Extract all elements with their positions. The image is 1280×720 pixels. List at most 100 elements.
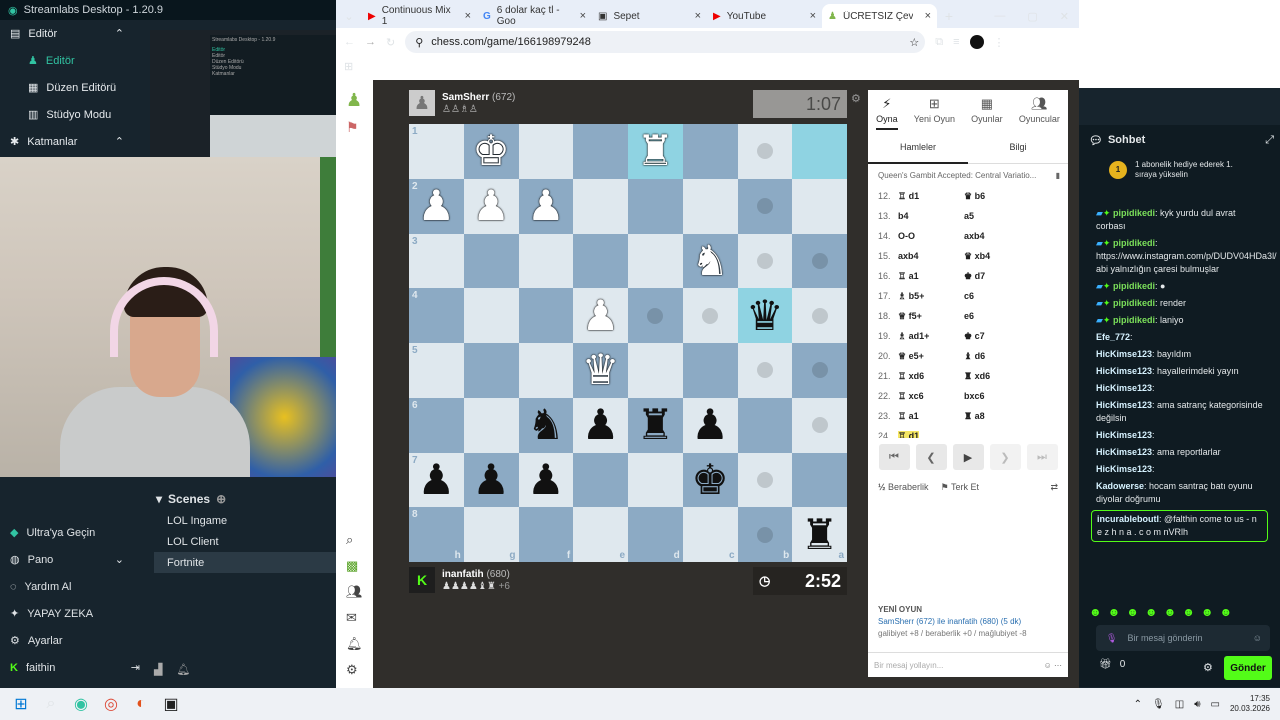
emoji-icon[interactable]: ☺ — [1253, 633, 1262, 643]
scene-item[interactable]: LOL Client — [154, 531, 336, 552]
move-hint-dot[interactable] — [756, 362, 773, 379]
board-square[interactable] — [792, 397, 847, 453]
board-square[interactable] — [573, 124, 628, 179]
white-move[interactable]: ♗ b5+ — [898, 291, 964, 302]
white-move[interactable]: ♖ d1 — [898, 191, 964, 202]
tab-players[interactable]: 👥︎ Oyuncular — [1019, 96, 1060, 130]
white-queen-icon[interactable]: ♛ — [582, 349, 620, 391]
close-icon[interactable]: × — [695, 10, 701, 22]
friends-icon[interactable]: 👥︎ — [346, 584, 363, 600]
white-move[interactable]: ♖ a1 — [898, 271, 964, 282]
black-move[interactable]: ♛ b6 — [964, 191, 985, 202]
board-square[interactable] — [573, 452, 628, 508]
tray-chevron-icon[interactable]: ⌃ — [1134, 699, 1142, 710]
board-square[interactable]: ♟ — [518, 178, 574, 234]
black-queen-icon[interactable]: ♛ — [746, 294, 784, 337]
first-move-icon[interactable]: ⏮ — [878, 444, 910, 470]
board-square[interactable]: ♟ — [573, 397, 628, 453]
play-icon[interactable]: ▶ — [952, 444, 984, 470]
black-rook-icon[interactable]: ♜ — [801, 513, 839, 556]
game-chat-input[interactable]: Bir mesaj yollayın... ☺ ⋯ — [868, 652, 1068, 677]
tab-search-icon[interactable]: ⌄ — [336, 4, 362, 28]
board-square[interactable] — [792, 178, 847, 234]
tab-moves[interactable]: Hamleler — [868, 130, 968, 164]
reload-icon[interactable]: ↻ — [386, 36, 395, 49]
chat-username[interactable]: HicKimse123 — [1096, 447, 1152, 457]
next-move-icon[interactable]: ❯ — [989, 444, 1021, 470]
chrome-taskbar-icon[interactable]: ◎ — [96, 690, 126, 718]
board-square[interactable] — [463, 288, 519, 343]
send-button[interactable]: Gönder — [1224, 656, 1272, 680]
settings-icon[interactable]: ⚙ — [346, 662, 363, 678]
chess-app-icon[interactable]: ▩ — [346, 558, 363, 574]
chat-username[interactable]: pipidikedi — [1113, 238, 1155, 248]
chat-settings-icon[interactable]: ⚙ — [1203, 661, 1213, 674]
forward-icon[interactable]: → — [365, 36, 376, 48]
chat-username[interactable]: HicKimse123 — [1096, 464, 1152, 474]
chat-username[interactable]: pipidikedi — [1113, 281, 1155, 291]
black-king-icon[interactable]: ♚ — [691, 458, 729, 501]
notification-icon[interactable]: 🔔︎ — [176, 663, 190, 676]
white-move[interactable]: ♕ e5+ — [898, 351, 964, 362]
board-square[interactable]: ♟ — [463, 178, 519, 234]
black-rook-icon[interactable]: ♜ — [637, 404, 675, 446]
pinned-banner[interactable]: 1 1 abonelik hediye ederek 1. sıraya yük… — [1079, 155, 1280, 185]
white-move[interactable]: ♖ xc6 — [898, 391, 964, 402]
emote-icon[interactable]: ☻ — [1164, 605, 1177, 619]
emote-icon[interactable]: ☻ — [1089, 605, 1102, 619]
volume-icon[interactable]: 🔊︎ — [1194, 699, 1200, 710]
microphone-icon[interactable]: 🎙︎ — [1152, 699, 1165, 710]
epic-games-icon[interactable]: ▣ — [156, 690, 186, 718]
board-square[interactable] — [737, 452, 793, 508]
messages-icon[interactable]: ✉ — [346, 610, 363, 626]
tab-google[interactable]: G6 dolar kaç tl - Goo × — [477, 4, 592, 28]
prev-move-icon[interactable]: ❮ — [915, 444, 947, 470]
move-hint-dot[interactable] — [756, 252, 773, 269]
board-square[interactable] — [518, 124, 574, 179]
board-square[interactable] — [573, 233, 628, 289]
board-square[interactable] — [463, 233, 519, 289]
board-square[interactable] — [682, 343, 738, 398]
board-square[interactable]: 5 — [409, 343, 464, 398]
white-move[interactable]: b4 — [898, 211, 964, 221]
emote-icon[interactable]: ☻ — [1145, 605, 1158, 619]
popout-icon[interactable]: ⤢ — [1265, 134, 1274, 147]
board-square[interactable] — [737, 178, 793, 234]
last-move-icon[interactable]: ⏭ — [1026, 444, 1058, 470]
stats-icon[interactable]: ▟ — [154, 663, 162, 676]
nav-help[interactable]: ◌ Yardım Al — [0, 573, 150, 600]
nav-layers[interactable]: ✱ Katmanlar ⌃ — [0, 128, 150, 155]
board-square[interactable] — [628, 233, 683, 289]
board-square[interactable] — [737, 397, 793, 453]
board-square[interactable]: ♟ — [682, 397, 738, 453]
apps-grid-icon[interactable]: ⊞ — [344, 60, 353, 73]
white-pawn-icon[interactable]: ♟ — [527, 185, 565, 227]
black-move[interactable]: ♜ a8 — [964, 411, 985, 422]
white-move[interactable]: ♖ xd6 — [898, 371, 964, 382]
board-square[interactable] — [573, 178, 628, 234]
new-tab-icon[interactable]: + — [937, 4, 961, 28]
board-square[interactable]: a ♜ — [792, 507, 847, 562]
chat-username[interactable]: pipidikedi — [1113, 315, 1155, 325]
emote-icon[interactable]: ☻ — [1108, 605, 1121, 619]
site-info-icon[interactable]: ⚲ — [415, 36, 423, 49]
board-square[interactable] — [463, 343, 519, 398]
board-square[interactable]: ♞ — [682, 233, 738, 289]
profile-icon[interactable] — [969, 35, 984, 49]
board-square[interactable]: ♛ — [573, 343, 628, 398]
black-pawn-icon[interactable]: ♟ — [472, 458, 510, 501]
black-move[interactable]: ♛ xb4 — [964, 251, 990, 262]
bottom-player-name[interactable]: inanfatih (680) — [442, 569, 510, 580]
board-square[interactable] — [628, 288, 683, 343]
board-square[interactable]: 8h — [409, 507, 464, 562]
chat-username[interactable]: Kadowerse — [1096, 481, 1144, 491]
board-square[interactable] — [792, 124, 847, 179]
chat-username[interactable]: incurableboutl — [1097, 514, 1159, 524]
black-move[interactable]: ♚ c7 — [964, 331, 985, 342]
board-square[interactable]: g — [463, 507, 519, 562]
board-square[interactable]: d — [628, 507, 683, 562]
board-square[interactable] — [792, 343, 847, 398]
move-hint-dot[interactable] — [756, 471, 773, 488]
board-square[interactable] — [463, 397, 519, 453]
white-move[interactable]: ♖ d1 — [898, 430, 920, 438]
